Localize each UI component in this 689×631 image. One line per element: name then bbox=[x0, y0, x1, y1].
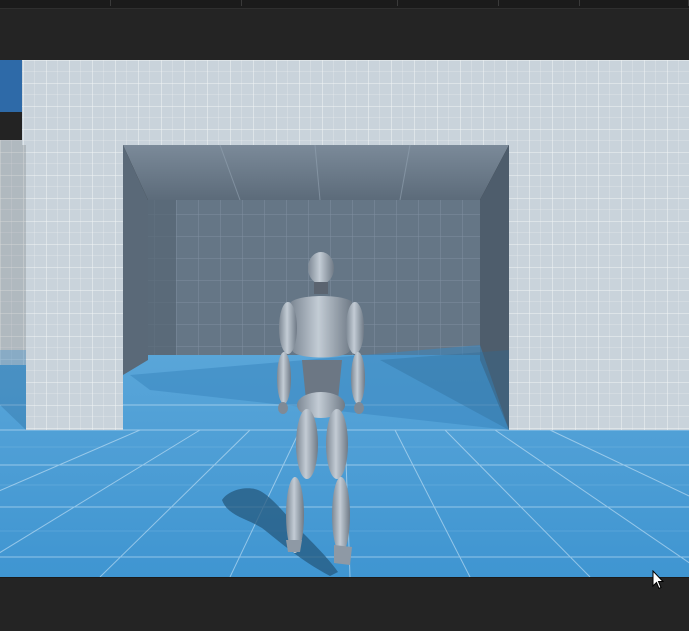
main-wall-right-pillar bbox=[509, 145, 689, 430]
editor-tab[interactable] bbox=[398, 0, 499, 6]
editor-tab[interactable] bbox=[499, 0, 580, 6]
editor-tab[interactable] bbox=[111, 0, 242, 6]
scene-render bbox=[0, 60, 689, 577]
game-window bbox=[0, 0, 689, 631]
game-viewport[interactable] bbox=[0, 60, 689, 577]
game-view-toolbar bbox=[0, 9, 689, 60]
left-side-wall bbox=[0, 140, 26, 365]
editor-tab[interactable] bbox=[0, 0, 111, 6]
game-view-footer bbox=[0, 577, 689, 631]
main-wall-top bbox=[22, 60, 689, 145]
main-wall-left-pillar bbox=[26, 145, 123, 430]
mouse-pointer-icon bbox=[652, 570, 664, 590]
editor-tab-strip bbox=[0, 0, 689, 9]
left-blue-panel bbox=[0, 60, 22, 112]
editor-tab[interactable] bbox=[242, 0, 398, 6]
editor-tab[interactable] bbox=[580, 0, 689, 6]
